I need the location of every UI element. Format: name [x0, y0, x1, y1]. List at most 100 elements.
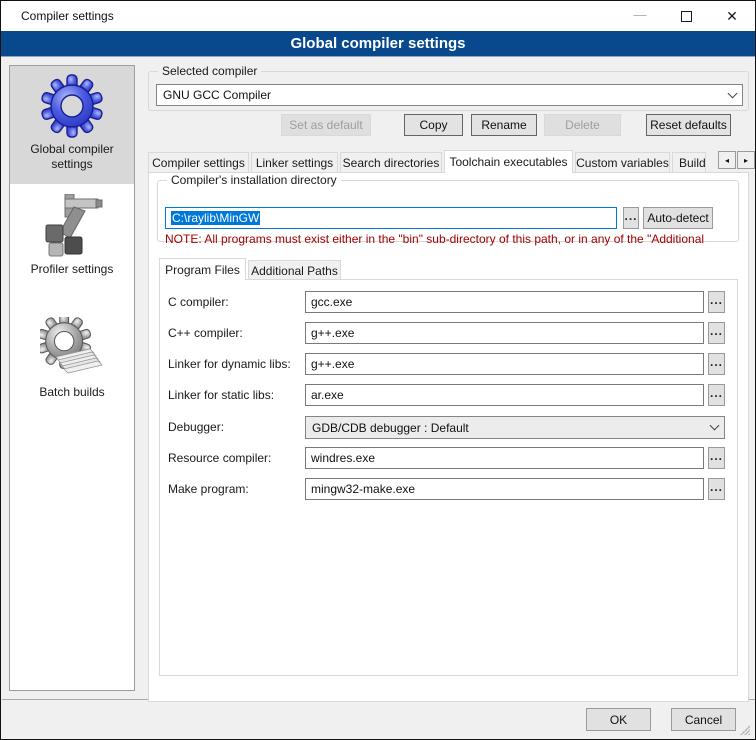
button-label: Cancel — [685, 713, 722, 727]
sidebar-item-label: Profiler settings — [27, 258, 118, 283]
tab-scroll-arrows: ◂ ▸ — [717, 151, 755, 169]
blue-gear-icon — [40, 74, 104, 138]
program-files-page: C compiler: gcc.exe ... C++ compiler: g+… — [159, 279, 738, 676]
tab-custom-variables[interactable]: Custom variables — [575, 152, 670, 173]
debugger-dropdown[interactable]: GDB/CDB debugger : Default — [305, 416, 725, 439]
maximize-button[interactable] — [663, 1, 709, 31]
ellipsis-icon: ... — [710, 480, 723, 499]
chevron-down-icon — [728, 88, 738, 98]
linker-dynamic-input[interactable]: g++.exe — [305, 353, 704, 375]
button-label: Delete — [565, 118, 600, 132]
settings-sidebar: Global compiler settings Profiler settin… — [9, 65, 135, 691]
tab-linker-settings[interactable]: Linker settings — [251, 152, 338, 173]
field-value: windres.exe — [311, 451, 375, 465]
field-value: g++.exe — [311, 326, 354, 340]
ellipsis-icon: ... — [710, 324, 723, 343]
selected-compiler-value: GNU GCC Compiler — [163, 88, 271, 102]
button-label: Set as default — [289, 118, 362, 132]
ok-button[interactable]: OK — [586, 708, 651, 731]
delete-button[interactable]: Delete — [544, 114, 621, 136]
cpp-compiler-input[interactable]: g++.exe — [305, 322, 704, 344]
field-value: ar.exe — [311, 388, 344, 402]
tab-toolchain-executables[interactable]: Toolchain executables — [444, 150, 573, 173]
install-directory-browse-button[interactable]: ... — [623, 207, 639, 229]
copy-button[interactable]: Copy — [404, 114, 463, 136]
sidebar-item-profiler-settings[interactable]: Profiler settings — [10, 194, 134, 283]
make-program-browse-button[interactable]: ... — [708, 478, 725, 500]
ellipsis-icon: ... — [710, 355, 723, 374]
sidebar-item-batch-builds[interactable]: Batch builds — [10, 317, 134, 406]
caliper-icon — [40, 194, 104, 258]
resource-compiler-label: Resource compiler: — [168, 447, 271, 469]
install-directory-input[interactable]: C:\raylib\MinGW — [165, 207, 617, 229]
button-label: OK — [610, 713, 627, 727]
arrow-right-icon: ▸ — [744, 156, 748, 165]
selected-compiler-group: Selected compiler GNU GCC Compiler — [148, 71, 749, 111]
debugger-label: Debugger: — [168, 416, 224, 438]
tab-build-options-clipped[interactable]: Build — [672, 152, 706, 173]
resource-compiler-input[interactable]: windres.exe — [305, 447, 704, 469]
field-value: mingw32-make.exe — [311, 482, 415, 496]
minimize-button[interactable]: — — [617, 1, 663, 31]
resource-compiler-browse-button[interactable]: ... — [708, 447, 725, 469]
button-label: Copy — [419, 118, 447, 132]
auto-detect-button[interactable]: Auto-detect — [643, 207, 713, 229]
linker-static-label: Linker for static libs: — [168, 384, 274, 406]
tab-label: Search directories — [343, 156, 440, 170]
ellipsis-icon: ... — [710, 386, 723, 405]
tab-label: Program Files — [165, 263, 240, 277]
linker-dynamic-browse-button[interactable]: ... — [708, 353, 725, 375]
maximize-icon — [681, 11, 692, 22]
linker-static-browse-button[interactable]: ... — [708, 384, 725, 406]
page-header: Global compiler settings — [1, 31, 755, 57]
field-value: g++.exe — [311, 357, 354, 371]
button-label: Auto-detect — [647, 211, 708, 225]
make-program-label: Make program: — [168, 478, 249, 500]
resize-grip[interactable] — [740, 725, 750, 735]
field-value: gcc.exe — [311, 295, 352, 309]
tab-compiler-settings[interactable]: Compiler settings — [148, 152, 249, 173]
tab-scroll-left-button[interactable]: ◂ — [718, 151, 736, 169]
tab-label: Toolchain executables — [449, 155, 567, 169]
tab-scroll-right-button[interactable]: ▸ — [737, 151, 755, 169]
selected-compiler-dropdown[interactable]: GNU GCC Compiler — [156, 84, 743, 106]
arrow-left-icon: ◂ — [725, 156, 729, 165]
toolchain-executables-page: Compiler's installation directory C:\ray… — [148, 172, 749, 702]
cancel-button[interactable]: Cancel — [671, 708, 736, 731]
titlebar: Compiler settings — ✕ — [1, 1, 755, 31]
subtab-program-files[interactable]: Program Files — [159, 258, 246, 280]
compiler-settings-dialog: Compiler settings — ✕ Global compiler se… — [0, 0, 756, 740]
c-compiler-input[interactable]: gcc.exe — [305, 291, 704, 313]
sidebar-item-label: Batch builds — [35, 381, 108, 406]
toolchain-subtabs: Program Files Additional Paths — [159, 258, 343, 280]
field-value: GDB/CDB debugger : Default — [312, 421, 469, 435]
subtab-additional-paths[interactable]: Additional Paths — [248, 260, 341, 280]
chevron-down-icon — [710, 421, 720, 431]
tab-search-directories[interactable]: Search directories — [340, 152, 442, 173]
cpp-compiler-label: C++ compiler: — [168, 322, 243, 344]
ellipsis-icon: ... — [710, 449, 723, 468]
tab-label: Compiler settings — [152, 156, 245, 170]
cpp-compiler-browse-button[interactable]: ... — [708, 322, 725, 344]
window-controls: — ✕ — [617, 1, 755, 31]
ellipsis-icon: ... — [624, 209, 637, 228]
c-compiler-browse-button[interactable]: ... — [708, 291, 725, 313]
rename-button[interactable]: Rename — [471, 114, 537, 136]
make-program-input[interactable]: mingw32-make.exe — [305, 478, 704, 500]
close-button[interactable]: ✕ — [709, 1, 755, 31]
gray-gear-papers-icon — [40, 317, 104, 381]
button-label: Reset defaults — [650, 118, 727, 132]
ellipsis-icon: ... — [710, 293, 723, 312]
window-title: Compiler settings — [1, 9, 114, 23]
selected-compiler-group-label: Selected compiler — [158, 64, 261, 78]
page-title: Global compiler settings — [290, 35, 465, 52]
tab-label: Build — [679, 156, 706, 170]
reset-defaults-button[interactable]: Reset defaults — [646, 114, 731, 136]
linker-static-input[interactable]: ar.exe — [305, 384, 704, 406]
set-as-default-button[interactable]: Set as default — [281, 114, 371, 136]
tab-label: Custom variables — [576, 156, 669, 170]
linker-dynamic-label: Linker for dynamic libs: — [168, 353, 291, 375]
sidebar-item-label: Global compiler settings — [10, 138, 134, 178]
sidebar-item-global-compiler-settings[interactable]: Global compiler settings — [10, 66, 134, 184]
minimize-icon: — — [634, 7, 647, 22]
